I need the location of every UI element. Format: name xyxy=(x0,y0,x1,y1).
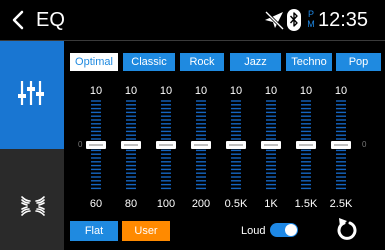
ampm-top: P xyxy=(307,9,314,19)
ampm-bottom: M xyxy=(307,19,315,29)
preset-jazz[interactable]: Jazz xyxy=(230,53,281,71)
band-value: 10 xyxy=(194,85,208,97)
zero-label-left: 0 xyxy=(78,140,83,149)
band-slider[interactable] xyxy=(296,99,316,191)
band-value: 10 xyxy=(89,85,103,97)
bluetooth-icon xyxy=(287,9,301,31)
eq-panel: Optimal Classic Rock Jazz Techno Pop 0 0… xyxy=(64,40,385,250)
preset-techno[interactable]: Techno xyxy=(286,53,332,71)
band-slider[interactable] xyxy=(261,99,281,191)
band-value: 10 xyxy=(299,85,313,97)
band-slider[interactable] xyxy=(191,99,211,191)
slider-knob[interactable] xyxy=(121,141,141,149)
band-slider[interactable] xyxy=(86,99,106,191)
slider-knob[interactable] xyxy=(226,141,246,149)
slider-knob[interactable] xyxy=(261,141,281,149)
sidebar-item-surround[interactable] xyxy=(0,149,64,250)
reset-icon[interactable] xyxy=(336,217,358,241)
band-frequency: 2.5K xyxy=(329,198,353,210)
user-button[interactable]: User xyxy=(122,221,170,241)
sidebar-item-equalizer[interactable] xyxy=(0,41,64,149)
surround-sound-icon xyxy=(21,196,45,216)
band-frequency: 1K xyxy=(264,198,278,210)
band-frequency: 200 xyxy=(191,198,211,210)
equalizer-sliders-icon xyxy=(18,81,44,105)
slider-knob[interactable] xyxy=(156,141,176,149)
loud-toggle[interactable] xyxy=(270,223,298,237)
band-value: 10 xyxy=(334,85,348,97)
band-frequency: 0.5K xyxy=(224,198,248,210)
page-title: EQ xyxy=(36,9,65,31)
slider-knob[interactable] xyxy=(331,141,351,149)
band-value: 10 xyxy=(124,85,138,97)
band-slider[interactable] xyxy=(121,99,141,191)
slider-knob[interactable] xyxy=(191,141,211,149)
preset-optimal[interactable]: Optimal xyxy=(70,53,118,71)
status-bar: EQ P M 12:35 xyxy=(0,0,385,40)
band-frequency: 1.5K xyxy=(294,198,318,210)
band-value: 10 xyxy=(264,85,278,97)
band-slider[interactable] xyxy=(226,99,246,191)
slider-knob[interactable] xyxy=(86,141,106,149)
band-frequency: 80 xyxy=(124,198,138,210)
zero-label-right: 0 xyxy=(362,140,367,149)
loud-label: Loud xyxy=(241,225,266,237)
chevron-left-icon[interactable] xyxy=(8,9,30,31)
preset-classic[interactable]: Classic xyxy=(123,53,175,71)
slider-knob[interactable] xyxy=(296,141,316,149)
preset-rock[interactable]: Rock xyxy=(180,53,224,71)
band-frequency: 100 xyxy=(156,198,176,210)
flat-button[interactable]: Flat xyxy=(70,221,118,241)
ampm-indicator: P M xyxy=(306,9,316,29)
navigation-off-icon xyxy=(264,10,285,30)
band-value: 10 xyxy=(159,85,173,97)
clock: 12:35 xyxy=(318,9,369,31)
band-slider[interactable] xyxy=(331,99,351,191)
sidebar xyxy=(0,40,64,250)
band-value: 10 xyxy=(229,85,243,97)
preset-pop[interactable]: Pop xyxy=(336,53,381,71)
band-frequency: 60 xyxy=(89,198,103,210)
band-slider[interactable] xyxy=(156,99,176,191)
